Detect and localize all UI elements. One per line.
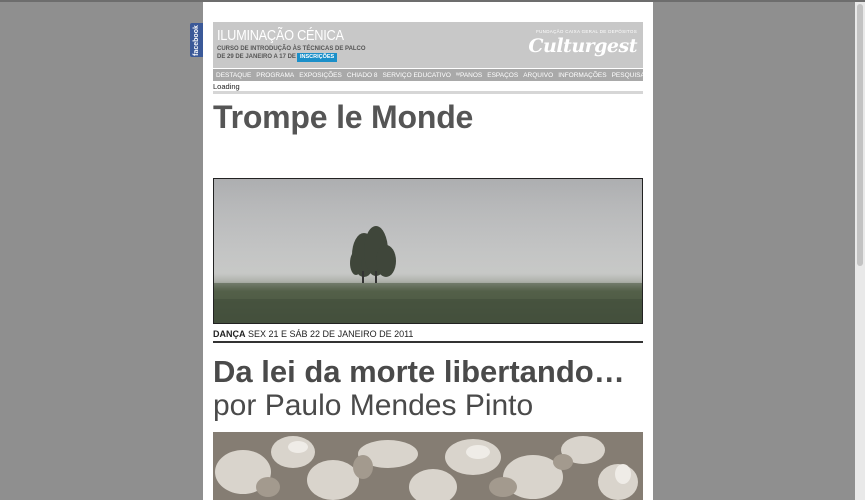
- scrollbar-thumb[interactable]: [857, 4, 863, 266]
- event-date: SEX 21 E SÁB 22 DE JANEIRO DE 2011: [248, 329, 414, 339]
- nav-item-informacoes[interactable]: INFORMAÇÕES: [558, 72, 606, 79]
- article-byline: por Paulo Mendes Pinto: [213, 389, 534, 422]
- facebook-tab[interactable]: facebook: [190, 23, 203, 57]
- main-nav: DESTAQUE PROGRAMA EXPOSIÇÕES CHIADO 8 SE…: [213, 69, 650, 81]
- nav-item-panos[interactable]: ᵂPANOS: [456, 72, 482, 79]
- event-category: DANÇA: [213, 329, 246, 339]
- nav-item-pesquisar[interactable]: PESQUISAR: [612, 72, 650, 79]
- fog-trees-image: [214, 179, 642, 323]
- inscricoes-button[interactable]: INSCRIÇÕES: [297, 53, 338, 62]
- divider: [213, 91, 643, 94]
- article-photo-fog-trees[interactable]: [213, 178, 643, 324]
- facebook-tab-label: facebook: [193, 24, 201, 56]
- nav-item-espacos[interactable]: ESPAÇOS: [487, 72, 518, 79]
- nav-item-exposicoes[interactable]: EXPOSIÇÕES: [299, 72, 342, 79]
- divider-dark: [213, 341, 643, 343]
- banner-subtitle-line1: CURSO DE INTRODUÇÃO ÀS TÉCNICAS DE PALCO: [217, 46, 366, 52]
- page-column: ILUMINAÇÃO CÉNICA CURSO DE INTRODUÇÃO ÀS…: [203, 2, 653, 500]
- article-title[interactable]: Trompe le Monde: [213, 99, 473, 136]
- culturgest-logo[interactable]: Culturgest: [528, 35, 637, 57]
- article-title-2[interactable]: Da lei da morte libertando…: [213, 354, 625, 390]
- banner-title: ILUMINAÇÃO CÉNICA: [217, 27, 344, 44]
- article-photo-sculpture[interactable]: [213, 432, 643, 500]
- nav-item-panos-label: PANOS: [459, 71, 483, 79]
- loading-indicator: Loading: [213, 82, 240, 91]
- nav-item-arquivo[interactable]: ARQUIVO: [523, 72, 553, 79]
- nav-item-destaque[interactable]: DESTAQUE: [216, 72, 251, 79]
- event-meta: DANÇA SEX 21 E SÁB 22 DE JANEIRO DE 2011: [213, 329, 413, 339]
- nav-item-servico-educativo[interactable]: SERVIÇO EDUCATIVO: [383, 72, 451, 79]
- nav-item-programa[interactable]: PROGRAMA: [256, 72, 294, 79]
- promo-banner[interactable]: ILUMINAÇÃO CÉNICA CURSO DE INTRODUÇÃO ÀS…: [213, 22, 643, 68]
- marble-relief-image: [213, 432, 643, 500]
- foundation-text: FUNDAÇÃO CAIXA GERAL DE DEPÓSITOS: [536, 29, 637, 34]
- nav-item-chiado[interactable]: CHIADO 8: [347, 72, 378, 79]
